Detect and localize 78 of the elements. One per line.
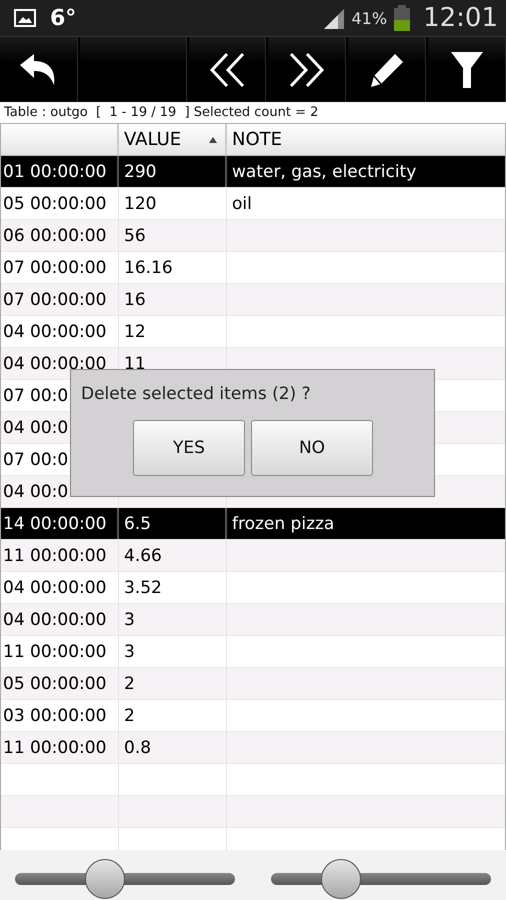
slider-thumb[interactable] <box>85 859 126 899</box>
table-cell: 120 <box>124 194 156 214</box>
table-row[interactable]: 11 00:00:00 4.66 <box>1 540 505 572</box>
back-button[interactable] <box>0 37 78 102</box>
table-cell: 16 <box>124 290 146 310</box>
table-row[interactable]: 04 00:00:00 12 <box>1 316 505 348</box>
table-cell: 2 <box>124 706 135 726</box>
signal-icon <box>322 7 346 29</box>
table-row[interactable]: 11 00:00:00 3 <box>1 636 505 668</box>
battery-icon <box>393 5 412 31</box>
table-cell: 05 00:00:00 <box>3 674 106 694</box>
table-row[interactable]: 05 00:00:00 2 <box>1 668 505 700</box>
table-info: Table : outgo [ 1 - 19 / 19 ] Selected count = 2 <box>0 102 506 123</box>
filter-button[interactable] <box>428 37 506 102</box>
column-title: NOTE <box>232 129 282 150</box>
temperature: 6° <box>50 6 76 30</box>
slider[interactable] <box>15 859 235 899</box>
next-button[interactable] <box>268 37 346 102</box>
table-cell: 0.8 <box>124 738 152 758</box>
table-cell: 3 <box>124 610 135 630</box>
table-cell: 04 00:00:00 <box>3 578 106 598</box>
table-row[interactable]: 03 00:00:00 2 <box>1 700 505 732</box>
table-cell: 04 00:00:00 <box>3 354 106 374</box>
table-cell: 11 00:00:00 <box>3 642 106 662</box>
table-row[interactable]: 11 00:00:00 0.8 <box>1 732 505 764</box>
table-cell: 05 00:00:00 <box>3 194 106 214</box>
pencil-icon <box>368 52 405 88</box>
filter-icon <box>450 50 484 88</box>
column-title: VALUE <box>124 129 182 150</box>
table-cell: 290 <box>124 162 156 182</box>
table-row[interactable]: 07 00:00:00 16.16 <box>1 252 505 284</box>
table-cell: 04 00:00:00 <box>3 322 106 342</box>
table-cell: 07 00:0 <box>3 386 68 406</box>
table-cell: frozen pizza <box>232 514 334 534</box>
slider[interactable] <box>271 859 491 899</box>
table-cell: 06 00:00:00 <box>3 226 106 246</box>
table-row[interactable]: 07 00:00:00 16 <box>1 284 505 316</box>
previous-button[interactable] <box>188 37 266 102</box>
table-cell: 04 00:00:00 <box>3 610 106 630</box>
table-cell: 07 00:00:00 <box>3 290 106 310</box>
table-cell: 04 00:0 <box>3 482 68 502</box>
table-cell: 11 00:00:00 <box>3 738 106 758</box>
double-chevron-left-icon <box>209 52 246 88</box>
column-header[interactable]: NOTE <box>227 124 505 155</box>
table-cell: oil <box>232 194 252 214</box>
table-row[interactable]: 14 00:00:00 6.5 frozen pizza <box>1 508 505 540</box>
table-cell: water, gas, electricity <box>232 162 416 182</box>
edit-button[interactable] <box>348 37 426 102</box>
slider-thumb[interactable] <box>321 859 362 899</box>
table-row[interactable]: 01 00:00:00 290 water, gas, electricity <box>1 156 505 188</box>
table-cell: 07 00:0 <box>3 450 68 470</box>
dialog-button[interactable]: YES <box>133 420 245 476</box>
clock: 12:01 <box>423 3 498 33</box>
table-cell: 56 <box>124 226 146 246</box>
table-cell: 11 00:00:00 <box>3 546 106 566</box>
table-row[interactable]: 04 00:00:00 3.52 <box>1 572 505 604</box>
table-row[interactable]: 04 00:00:00 3 <box>1 604 505 636</box>
battery-percent: 41% <box>352 8 388 28</box>
dialog-message: Delete selected items (2) ? <box>81 384 312 404</box>
table-cell: 04 00:0 <box>3 418 68 438</box>
double-chevron-right-icon <box>288 52 325 88</box>
table-cell: 14 00:00:00 <box>3 514 106 534</box>
table-cell: 11 <box>124 354 146 374</box>
sort-ascending-icon <box>209 137 217 143</box>
table-cell: 01 00:00:00 <box>3 162 106 182</box>
table-cell: 6.5 <box>124 514 152 534</box>
table-cell: 07 00:00:00 <box>3 258 106 278</box>
table-cell: 3.52 <box>124 578 162 598</box>
picture-icon <box>14 9 36 27</box>
table-cell: 03 00:00:00 <box>3 706 106 726</box>
table-row[interactable]: 05 00:00:00 120 oil <box>1 188 505 220</box>
table-cell: 12 <box>124 322 146 342</box>
table-cell: 16.16 <box>124 258 173 278</box>
table-cell: 2 <box>124 674 135 694</box>
table-cell: 4.66 <box>124 546 162 566</box>
table-row[interactable]: 06 00:00:00 56 <box>1 220 505 252</box>
dialog-button[interactable]: NO <box>251 420 373 476</box>
table-cell: 3 <box>124 642 135 662</box>
